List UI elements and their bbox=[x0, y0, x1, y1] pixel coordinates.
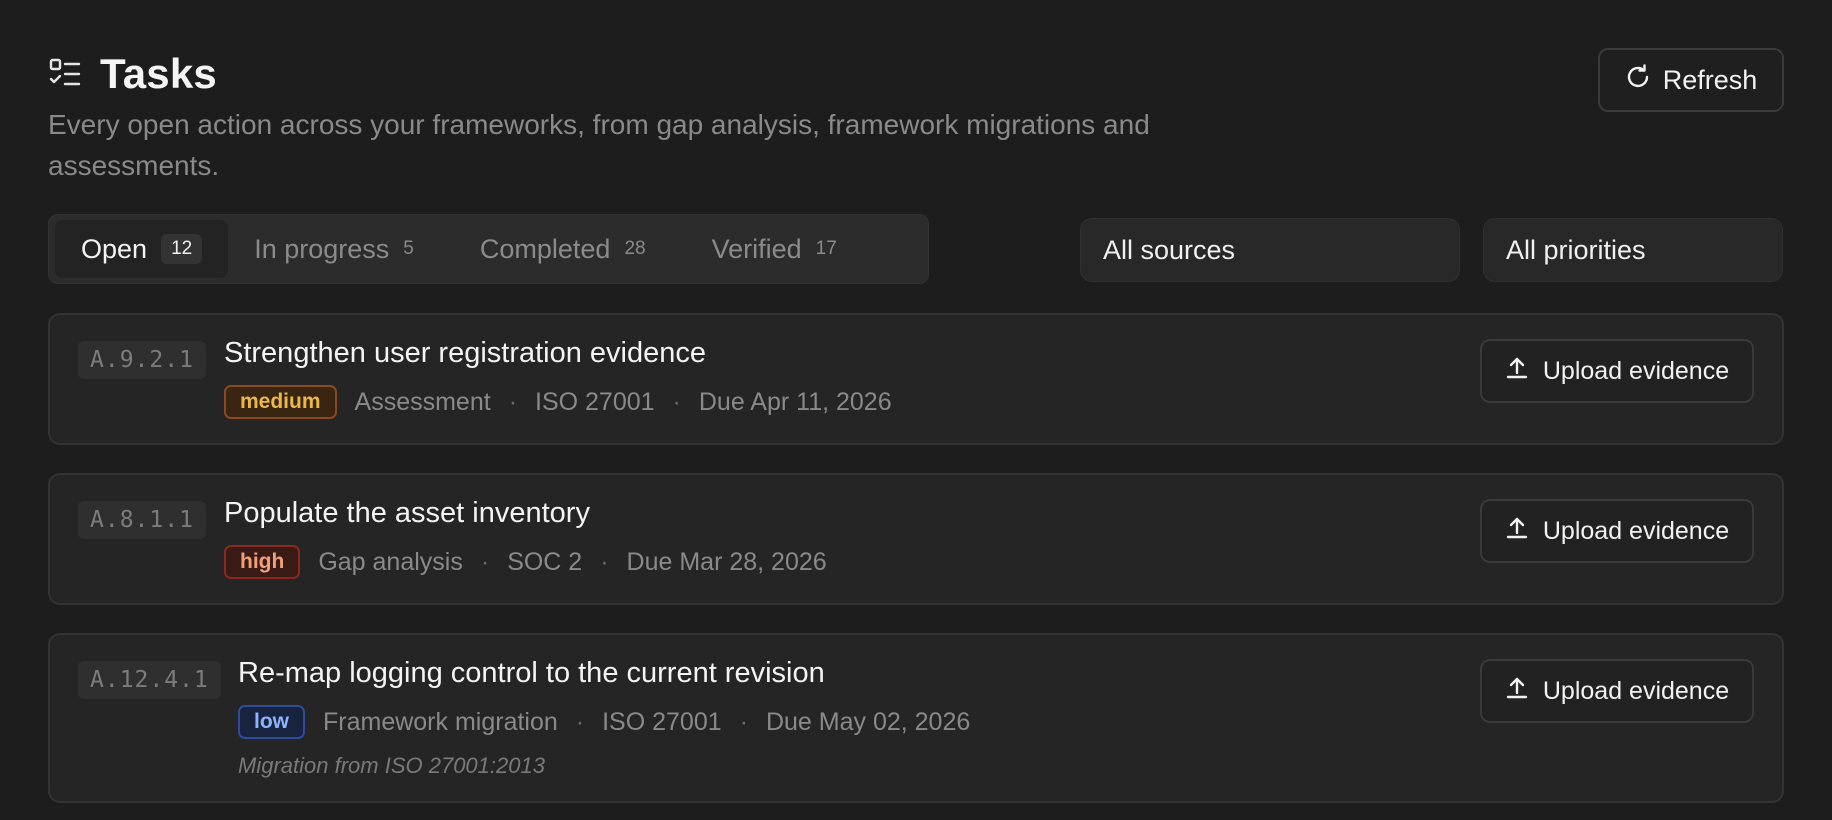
task-meta: low Framework migration · ISO 27001 · Du… bbox=[238, 705, 970, 739]
checklist-icon bbox=[48, 57, 82, 91]
task-card: A.8.1.1 Populate the asset inventory hig… bbox=[48, 473, 1784, 605]
task-due-date: Due May 02, 2026 bbox=[765, 707, 971, 736]
upload-label: Upload evidence bbox=[1542, 516, 1730, 545]
control-code: A.12.4.1 bbox=[78, 661, 221, 699]
separator: · bbox=[672, 387, 681, 416]
tab-count: 17 bbox=[815, 238, 837, 259]
separator: · bbox=[739, 707, 748, 736]
tab-count: 5 bbox=[403, 238, 414, 259]
upload-label: Upload evidence bbox=[1542, 676, 1730, 705]
priority-badge: high bbox=[224, 545, 301, 579]
upload-evidence-button[interactable]: Upload evidence bbox=[1480, 339, 1754, 403]
task-title[interactable]: Populate the asset inventory bbox=[224, 497, 590, 530]
separator: · bbox=[508, 387, 518, 416]
tab-verified[interactable]: Verified 17 bbox=[686, 220, 863, 278]
tab-label: In progress bbox=[254, 233, 390, 264]
task-note: Migration from ISO 27001:2013 bbox=[238, 753, 545, 778]
refresh-label: Refresh bbox=[1662, 64, 1758, 95]
task-title[interactable]: Strengthen user registration evidence bbox=[224, 337, 706, 370]
task-due-date: Due Apr 11, 2026 bbox=[698, 387, 892, 416]
page-title: Tasks bbox=[100, 50, 217, 97]
priority-badge: low bbox=[238, 705, 305, 739]
page-header: Tasks bbox=[48, 50, 217, 98]
tab-count: 28 bbox=[624, 238, 646, 259]
separator: · bbox=[600, 547, 609, 576]
task-card: A.12.4.1 Re-map logging control to the c… bbox=[48, 633, 1784, 803]
priorities-select[interactable]: All priorities bbox=[1483, 218, 1783, 282]
status-tabs: Open 12 In progress 5 Completed 28 Verif… bbox=[48, 214, 929, 284]
tab-label: Verified bbox=[711, 233, 802, 264]
task-source: Assessment bbox=[354, 387, 491, 416]
tab-label: Completed bbox=[479, 233, 611, 264]
priority-badge: medium bbox=[224, 385, 337, 419]
refresh-button[interactable]: Refresh bbox=[1598, 48, 1784, 112]
task-framework: SOC 2 bbox=[507, 547, 583, 576]
page-subtitle: Every open action across your frameworks… bbox=[48, 109, 1150, 181]
task-title[interactable]: Re-map logging control to the current re… bbox=[238, 657, 825, 690]
task-framework: ISO 27001 bbox=[535, 387, 655, 416]
task-meta: high Gap analysis · SOC 2 · Due Mar 28, … bbox=[224, 545, 827, 579]
tab-count: 12 bbox=[161, 234, 203, 264]
task-source: Gap analysis bbox=[318, 547, 463, 576]
tab-completed[interactable]: Completed 28 bbox=[454, 220, 672, 278]
control-code: A.9.2.1 bbox=[78, 341, 206, 379]
tab-in-progress[interactable]: In progress 5 bbox=[228, 220, 440, 278]
tasks-page: Tasks Every open action across your fram… bbox=[0, 0, 1832, 820]
task-framework: ISO 27001 bbox=[602, 707, 722, 736]
task-source: Framework migration bbox=[323, 707, 558, 736]
separator: · bbox=[575, 707, 585, 736]
upload-icon bbox=[1505, 676, 1529, 707]
task-meta: medium Assessment · ISO 27001 · Due Apr … bbox=[224, 385, 892, 419]
upload-label: Upload evidence bbox=[1542, 356, 1730, 385]
task-card: A.9.2.1 Strengthen user registration evi… bbox=[48, 313, 1784, 445]
upload-evidence-button[interactable]: Upload evidence bbox=[1480, 659, 1754, 723]
sources-select[interactable]: All sources bbox=[1080, 218, 1460, 282]
tab-label: Open bbox=[81, 233, 148, 264]
control-code: A.8.1.1 bbox=[78, 501, 206, 539]
upload-evidence-button[interactable]: Upload evidence bbox=[1480, 499, 1754, 563]
upload-icon bbox=[1505, 356, 1529, 387]
separator: · bbox=[480, 547, 490, 576]
tab-open[interactable]: Open 12 bbox=[55, 220, 229, 278]
task-due-date: Due Mar 28, 2026 bbox=[626, 547, 827, 576]
upload-icon bbox=[1505, 516, 1529, 547]
refresh-icon bbox=[1625, 63, 1651, 97]
